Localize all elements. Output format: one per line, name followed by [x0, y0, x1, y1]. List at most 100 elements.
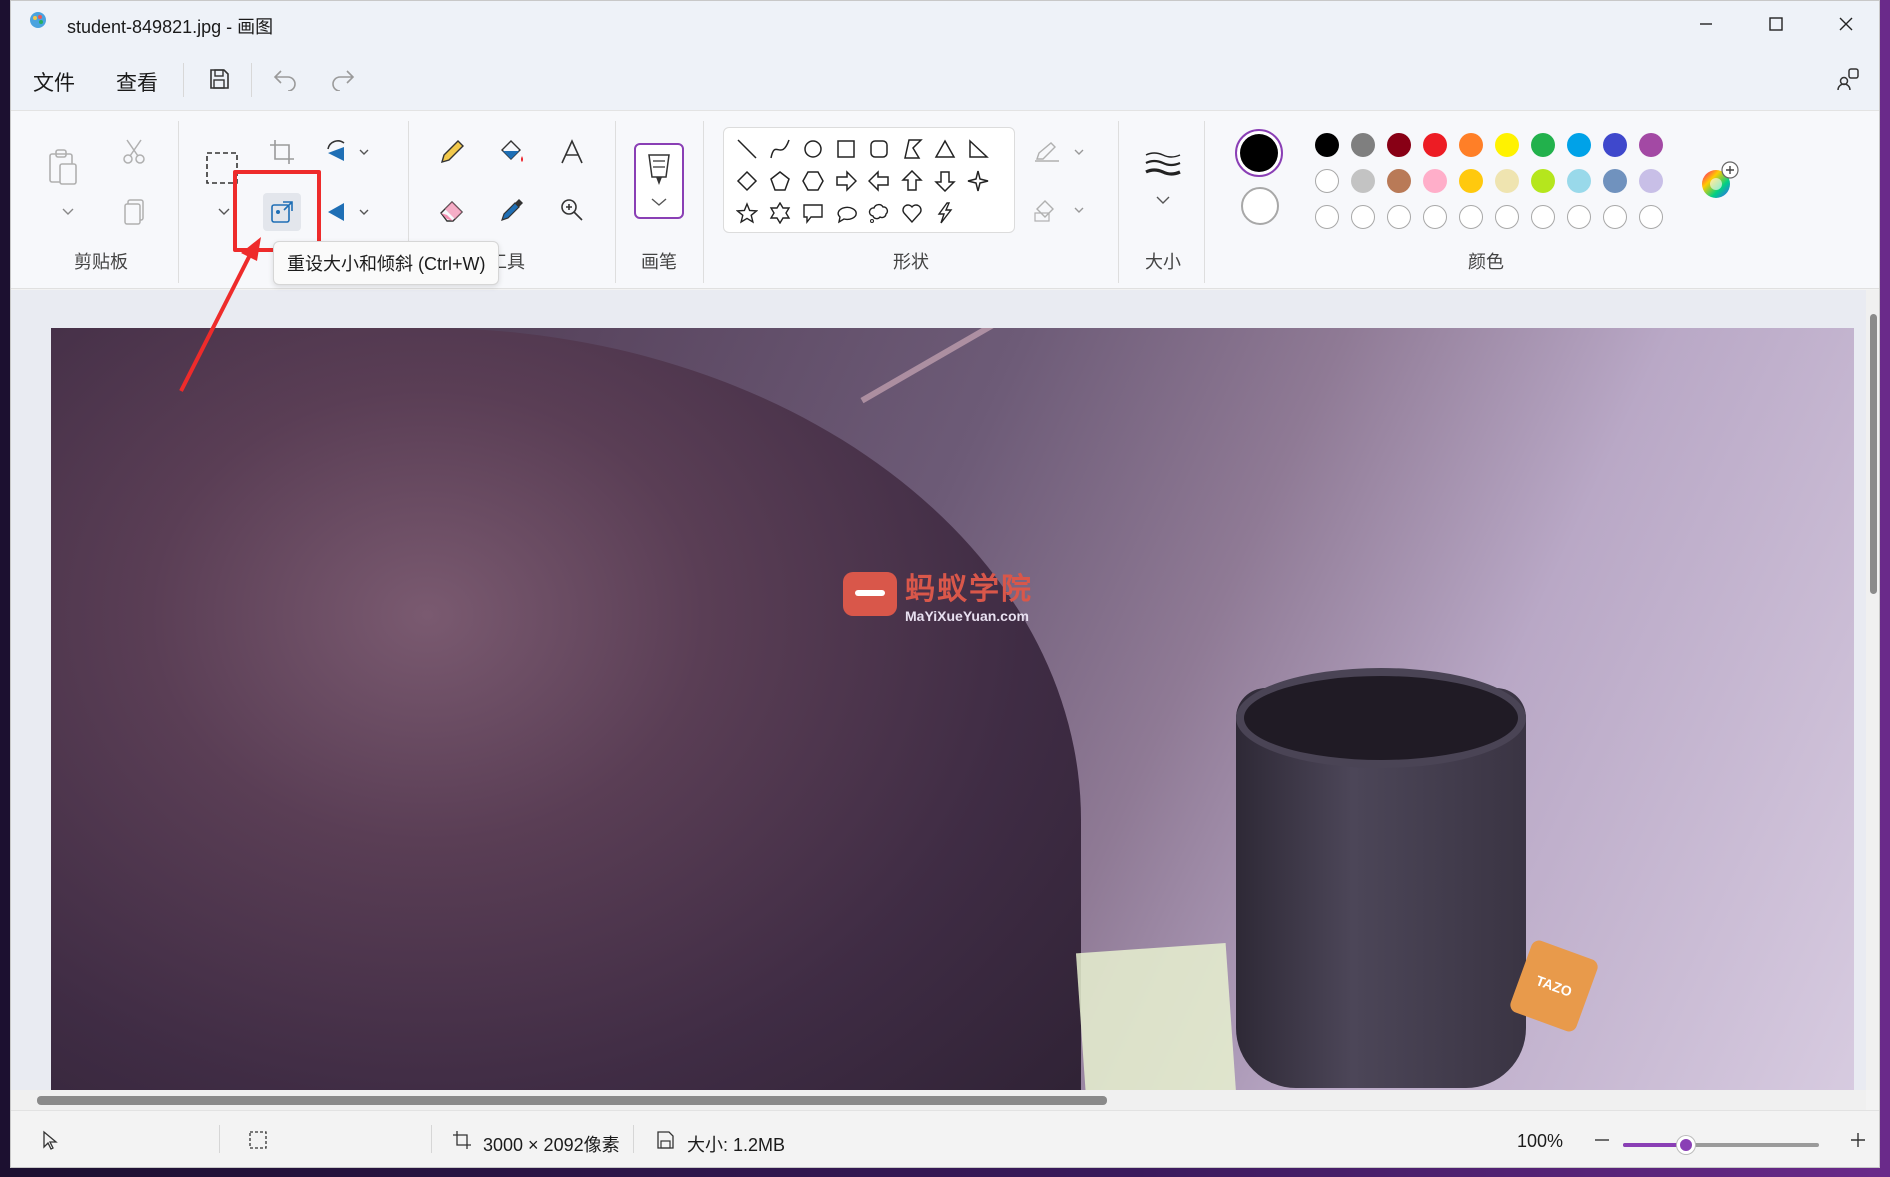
zoom-out-button[interactable]: [1591, 1129, 1613, 1151]
shape-callout-rect[interactable]: [798, 198, 828, 228]
shape-diamond[interactable]: [732, 166, 762, 196]
flip-button[interactable]: [323, 195, 373, 229]
close-button[interactable]: [1811, 1, 1879, 47]
color-swatch[interactable]: [1639, 169, 1663, 193]
undo-button[interactable]: [267, 61, 303, 97]
custom-color-slot[interactable]: [1495, 205, 1519, 229]
ribbon-divider: [1118, 121, 1119, 283]
color-swatch[interactable]: [1387, 169, 1411, 193]
minimize-button[interactable]: [1671, 1, 1741, 47]
color-swatch[interactable]: [1459, 169, 1483, 193]
custom-color-slot[interactable]: [1567, 205, 1591, 229]
text-button[interactable]: [555, 135, 589, 169]
rotate-button[interactable]: [323, 135, 373, 169]
group-label-brush: 画笔: [641, 252, 677, 272]
custom-color-slot[interactable]: [1459, 205, 1483, 229]
shape-arrow-left[interactable]: [864, 166, 894, 196]
custom-color-slot[interactable]: [1639, 205, 1663, 229]
pencil-button[interactable]: [435, 135, 469, 169]
shape-right-triangle[interactable]: [963, 134, 993, 164]
crop-button[interactable]: [265, 135, 299, 169]
shape-callout-cloud[interactable]: [864, 198, 894, 228]
color-swatch[interactable]: [1351, 169, 1375, 193]
shape-star-six[interactable]: [765, 198, 795, 228]
shape-heart[interactable]: [897, 198, 927, 228]
color-swatch[interactable]: [1387, 133, 1411, 157]
outline-button[interactable]: [1031, 135, 1091, 169]
shape-callout-oval[interactable]: [831, 198, 861, 228]
shape-hexagon[interactable]: [798, 166, 828, 196]
color-swatch[interactable]: [1567, 133, 1591, 157]
shape-lightning[interactable]: [930, 198, 960, 228]
custom-color-slot[interactable]: [1351, 205, 1375, 229]
paste-dropdown[interactable]: [51, 195, 85, 229]
shape-rounded-rectangle[interactable]: [864, 134, 894, 164]
zoom-level[interactable]: 100%: [1517, 1131, 1563, 1152]
color-swatch[interactable]: [1423, 169, 1447, 193]
primary-color[interactable]: [1235, 129, 1283, 177]
shape-curve[interactable]: [765, 134, 795, 164]
custom-color-slot[interactable]: [1423, 205, 1447, 229]
color-swatch[interactable]: [1567, 169, 1591, 193]
canvas-image[interactable]: TAZO 蚂蚁学院 MaYiXueYuan.com: [51, 328, 1854, 1093]
zoom-in-button[interactable]: [1847, 1129, 1869, 1151]
color-swatch[interactable]: [1315, 133, 1339, 157]
color-swatch[interactable]: [1351, 133, 1375, 157]
cut-button[interactable]: [117, 135, 151, 169]
color-swatch[interactable]: [1639, 133, 1663, 157]
color-swatch[interactable]: [1459, 133, 1483, 157]
size-button[interactable]: [1141, 147, 1185, 217]
color-picker-button[interactable]: [495, 193, 529, 227]
magnifier-button[interactable]: [555, 193, 589, 227]
vertical-scrollbar[interactable]: [1866, 290, 1879, 1090]
maximize-button[interactable]: [1741, 1, 1811, 47]
custom-color-slot[interactable]: [1315, 205, 1339, 229]
shape-arrow-right[interactable]: [831, 166, 861, 196]
brush-button[interactable]: [634, 143, 684, 219]
title-bar: student-849821.jpg - 画图: [11, 1, 1879, 49]
line-icon: [737, 139, 757, 159]
zoom-slider[interactable]: [1623, 1136, 1819, 1154]
shape-oval[interactable]: [798, 134, 828, 164]
secondary-color[interactable]: [1241, 187, 1279, 225]
shape-star-four[interactable]: [963, 166, 993, 196]
shape-line[interactable]: [732, 134, 762, 164]
shape-pentagon[interactable]: [765, 166, 795, 196]
fill-shape-button[interactable]: [1031, 193, 1091, 227]
eraser-icon: [440, 201, 463, 222]
color-swatch[interactable]: [1423, 133, 1447, 157]
vertical-scroll-thumb[interactable]: [1870, 314, 1877, 594]
save-button[interactable]: [201, 61, 237, 97]
paint-bucket-icon: [501, 140, 523, 162]
canvas-area[interactable]: TAZO 蚂蚁学院 MaYiXueYuan.com: [11, 290, 1866, 1093]
custom-color-slot[interactable]: [1387, 205, 1411, 229]
color-swatch[interactable]: [1603, 133, 1627, 157]
eraser-button[interactable]: [435, 193, 469, 227]
edit-colors-button[interactable]: [1699, 161, 1739, 201]
color-swatch[interactable]: [1315, 169, 1339, 193]
color-swatch[interactable]: [1603, 169, 1627, 193]
menu-file[interactable]: 文件: [33, 67, 75, 97]
shape-polygon[interactable]: [897, 134, 927, 164]
horizontal-scroll-thumb[interactable]: [37, 1096, 1107, 1105]
fill-button[interactable]: [495, 135, 529, 169]
shape-star-five[interactable]: [732, 198, 762, 228]
color-swatch[interactable]: [1495, 133, 1519, 157]
account-button[interactable]: [1831, 61, 1867, 97]
shape-rectangle[interactable]: [831, 134, 861, 164]
menu-view[interactable]: 查看: [116, 67, 158, 97]
watermark: 蚂蚁学院 MaYiXueYuan.com: [843, 564, 1033, 624]
zoom-slider-thumb[interactable]: [1676, 1136, 1695, 1154]
copy-button[interactable]: [117, 195, 151, 229]
color-swatch[interactable]: [1495, 169, 1519, 193]
horizontal-scrollbar[interactable]: [11, 1090, 1866, 1110]
color-swatch[interactable]: [1531, 169, 1555, 193]
shape-arrow-down[interactable]: [930, 166, 960, 196]
custom-color-slot[interactable]: [1603, 205, 1627, 229]
custom-color-slot[interactable]: [1531, 205, 1555, 229]
redo-button[interactable]: [325, 61, 361, 97]
paste-button[interactable]: [43, 147, 83, 187]
color-swatch[interactable]: [1531, 133, 1555, 157]
shape-arrow-up[interactable]: [897, 166, 927, 196]
shape-triangle[interactable]: [930, 134, 960, 164]
